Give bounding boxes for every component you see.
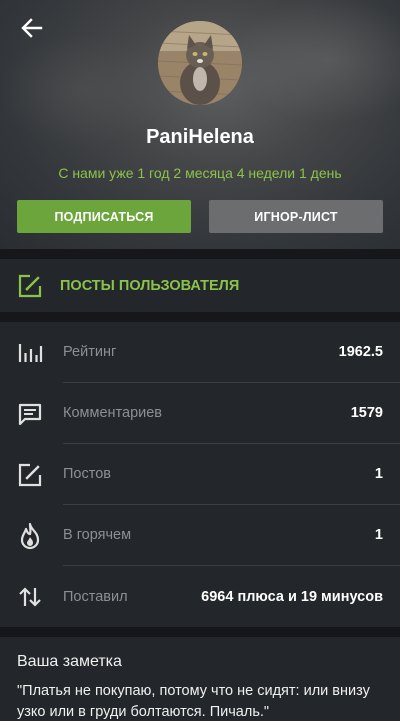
profile-header: PaniHelena С нами уже 1 год 2 месяца 4 н… [0,0,400,249]
stat-label-posts: Постов [63,466,111,482]
stat-value-votes: 6964 плюса и 19 минусов [201,588,383,605]
sort-arrows-icon [19,586,41,607]
stat-label-hot: В горячем [63,527,132,543]
subscribe-button[interactable]: ПОДПИСАТЬСЯ [17,200,191,233]
section-divider [0,627,400,637]
stat-row-votes: Поставил 6964 плюса и 19 минусов [0,566,400,627]
stat-label-votes: Поставил [63,588,128,605]
avatar[interactable] [158,21,242,105]
stat-value-comments: 1579 [350,405,383,421]
stat-row-hot: В горячем 1 [0,505,400,566]
stat-row-posts: Постов 1 [0,444,400,505]
member-since-text: С нами уже 1 год 2 месяца 4 недели 1 ден… [58,165,342,181]
note-text: "Платья не покупаю, потому что не сидят:… [17,683,370,720]
arrow-left-icon [21,18,43,38]
bar-chart-icon [18,343,43,362]
note-title: Ваша заметка [17,653,122,670]
comment-icon [18,403,42,425]
edit-icon [18,274,42,297]
stat-row-comments: Комментариев 1579 [0,383,400,444]
user-posts-label: ПОСТЫ ПОЛЬЗОВАТЕЛЯ [60,277,240,294]
username: PaniHelena [146,126,254,148]
flame-icon [20,522,40,549]
ignore-list-button[interactable]: ИГНОР-ЛИСТ [209,200,383,233]
stat-row-rating: Рейтинг 1962.5 [0,322,400,383]
section-divider [0,312,400,322]
back-button[interactable] [14,12,50,44]
avatar-cat-image [158,21,242,105]
stat-label-comments: Комментариев [63,405,162,421]
user-stats-list: Рейтинг 1962.5 Комментариев 1579 Постов … [0,322,400,627]
stat-value-posts: 1 [374,466,383,482]
user-note[interactable]: Ваша заметка "Платья не покупаю, потому … [0,637,400,721]
edit-icon [18,463,42,486]
section-divider [0,249,400,259]
stat-value-hot: 1 [374,527,383,543]
stat-value-rating: 1962.5 [338,344,383,360]
stat-label-rating: Рейтинг [63,344,117,360]
user-posts-link[interactable]: ПОСТЫ ПОЛЬЗОВАТЕЛЯ [0,259,400,312]
